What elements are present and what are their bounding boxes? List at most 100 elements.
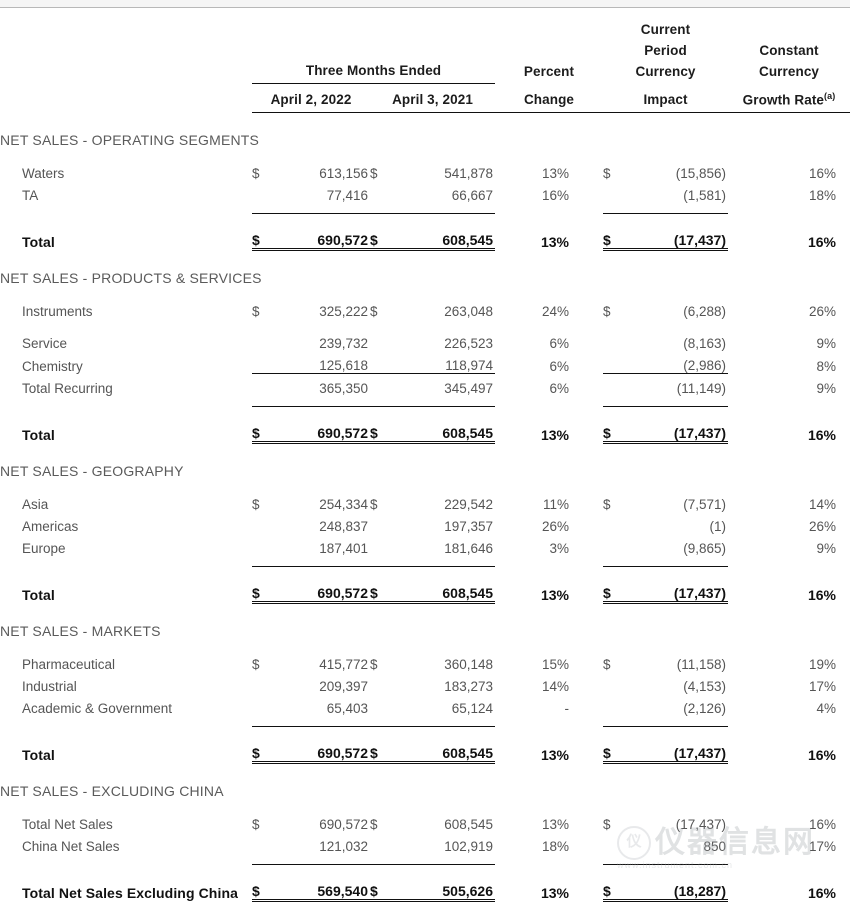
cell-pct: 6% [549,381,569,396]
cell-grw: 17% [808,839,837,854]
cell-grw: 26% [808,304,837,319]
total-cell-pct: 13% [540,233,569,250]
total-cell-grw: 16% [807,746,837,763]
table-row: Americas 248,837 197,357 26% (1) 26% [0,512,850,534]
cell-cur1: $ [252,497,260,512]
total-cell-pct: 13% [540,426,569,443]
table-total-row: Total $690,572 $608,545 13% $ (17,437) 16% [0,566,850,604]
financial-statement-sheet: Three Months Ended Percent Current Perio… [0,9,850,902]
table-header: Three Months Ended Percent Current Perio… [0,9,850,113]
cell-pct: - [564,701,570,716]
cell-v1: 415,772 [319,657,368,672]
row-label: Europe [22,541,66,556]
cell-cur1: $ [252,304,260,319]
total-cell-v2: 608,545 [392,213,495,251]
cell-cur2 [370,351,392,374]
spacer-cell [0,396,850,407]
cell-grw: 16% [808,166,837,181]
cell-v2: 118,974 [445,358,493,373]
cell-grw: 14% [808,497,837,512]
cell-cur3 [603,832,625,854]
cell-imp: (4,153) [683,679,727,694]
total-cell-grw: 16% [807,426,837,443]
cell-cur1 [252,832,274,854]
cell-pct: 6% [549,358,569,374]
pre-total-gap [0,396,850,407]
cell-cur3 [603,694,625,716]
total-cell-cur3: $ [603,864,625,902]
cell-cur3: $ [603,304,611,319]
total-cell-cur2: $ [370,566,392,604]
cell-v1: 209,397 [319,679,368,694]
cell-cur1: $ [252,657,260,672]
cell-grw: 19% [808,657,837,672]
cell-cur1: $ [252,166,260,181]
section-title-row: NET SALES - MARKETS [0,603,850,644]
cell-cur3 [603,373,625,396]
section-title: NET SALES - GEOGRAPHY [0,463,184,479]
total-cell-cur3: $ [603,566,625,604]
row-label: Service [22,336,68,351]
section-title-row: NET SALES - GEOGRAPHY [0,443,850,484]
total-cell-pct: 13% [540,884,569,901]
header-currency-impact-line3: Currency [635,63,696,79]
table-row: TA 77,416 66,667 16% (1,581) 18% [0,181,850,203]
cell-cur3: $ [603,657,611,672]
cell-cur2 [370,373,392,396]
cell-cur2 [370,181,392,203]
total-cell-v2: 505,626 [392,864,495,902]
total-cell-cur2: $ [370,864,392,902]
total-row-label: Total [22,233,55,250]
total-cell-imp: (17,437) [625,406,729,444]
table-row: Service 239,732 226,523 6% (8,163) 9% [0,329,850,351]
cell-imp: 850 [703,839,727,854]
row-label: Industrial [22,679,77,694]
row-label: Waters [22,166,65,181]
table-row: Total Recurring 365,350 345,497 6% (11,149) 9… [0,373,850,396]
header-growth-rate-line1: Constant [759,42,819,58]
cell-v2: 66,667 [451,188,493,203]
table-row: Waters $613,156 $541,878 13% $ (15,856) 16% [0,152,850,181]
cell-v1: 254,334 [319,497,368,512]
total-cell-imp: (17,437) [625,566,729,604]
total-cell-v1: 690,572 [274,566,370,604]
cell-v2: 226,523 [444,336,493,351]
table-total-row: Total $690,572 $608,545 13% $ (17,437) 16% [0,406,850,444]
table-row: Academic & Government 65,403 65,124 - (2,126… [0,694,850,716]
cell-cur3: $ [603,497,611,512]
pre-total-gap [0,854,850,865]
total-cell-cur2: $ [370,213,392,251]
cell-grw: 18% [808,188,837,203]
total-cell-v1: 569,540 [274,864,370,902]
table-total-row: Total $690,572 $608,545 13% $ (17,437) 16% [0,213,850,251]
total-cell-grw: 16% [807,884,837,901]
table-row: Asia $254,334 $229,542 11% $ (7,571) 14% [0,483,850,512]
cell-grw: 17% [808,679,837,694]
cell-cur1: $ [252,817,260,832]
section-title: NET SALES - OPERATING SEGMENTS [0,132,260,148]
total-cell-imp: (17,437) [625,726,729,764]
header-currency-impact-line2: Period [644,42,687,58]
total-cell-cur2: $ [370,726,392,764]
header-label-spacer [0,9,252,84]
table-body: NET SALES - OPERATING SEGMENTS Waters $613… [0,113,850,902]
cell-pct: 11% [542,497,569,512]
total-cell-v1: 690,572 [274,726,370,764]
header-growth-rate-line3: Growth Rate(a) [728,83,850,113]
row-label: China Net Sales [22,839,120,854]
cell-grw: 9% [816,381,837,396]
cell-v2: 229,542 [444,497,493,512]
cell-pct: 16% [541,188,569,203]
header-currency-impact-lines: Current Period Currency [603,9,728,84]
header-row-top: Three Months Ended Percent Current Perio… [0,9,850,84]
total-cell-v2: 608,545 [392,726,495,764]
spacer-cell [0,203,850,214]
section-title-row: NET SALES - EXCLUDING CHINA [0,763,850,804]
total-cell-v2: 608,545 [392,566,495,604]
cell-pct: 3% [549,541,569,556]
cell-cur1 [252,672,274,694]
header-growth-rate-line2: Currency [758,63,820,79]
cell-pct: 15% [541,657,569,672]
cell-v2: 263,048 [444,304,493,319]
total-cell-grw: 16% [807,233,837,250]
